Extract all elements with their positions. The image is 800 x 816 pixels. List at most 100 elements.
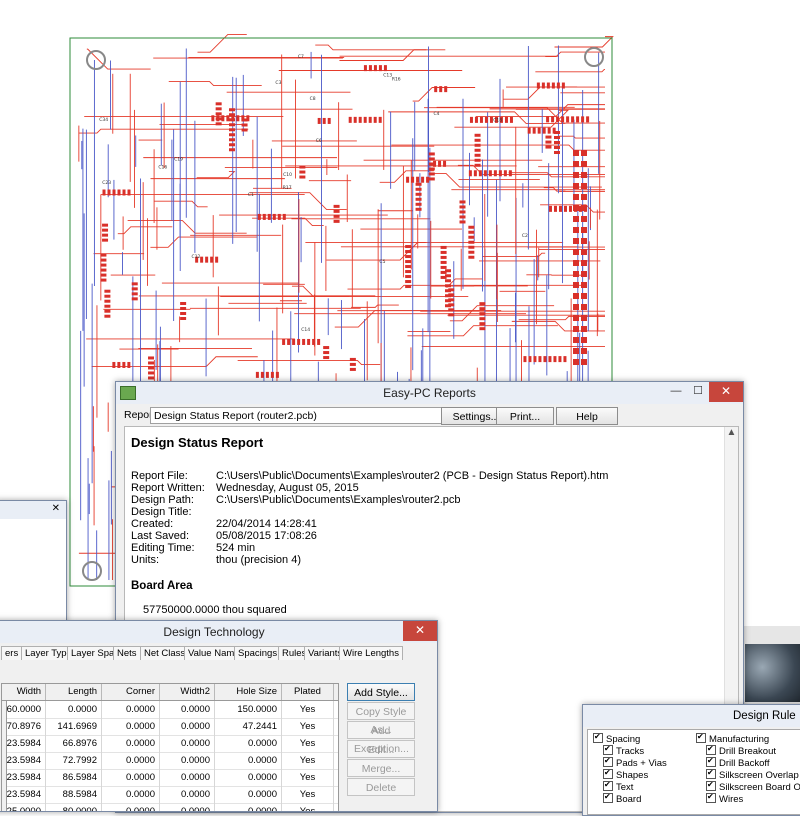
table-cell[interactable]: 47.2441 <box>215 718 282 735</box>
table-cell[interactable]: Yes <box>282 803 334 812</box>
table-cell[interactable]: 70.8976 <box>6 718 46 735</box>
checkbox-checked-icon[interactable] <box>706 781 716 791</box>
checkbox-checked-icon[interactable] <box>706 793 716 803</box>
table-row[interactable]: 25.000080.00000.00000.00000.0000Yes <box>2 803 338 812</box>
table-cell[interactable]: 23.5984 <box>6 769 46 786</box>
table-cell[interactable]: 80.0000 <box>46 803 102 812</box>
checkbox-checked-icon[interactable] <box>593 733 603 743</box>
column-header[interactable]: Length <box>46 684 102 700</box>
table-cell[interactable]: Yes <box>282 701 334 718</box>
tech-table[interactable]: WidthLengthCornerWidth2Hole SizePlated 6… <box>1 683 339 812</box>
table-cell[interactable]: 0.0000 <box>160 701 215 718</box>
table-cell[interactable]: 0.0000 <box>102 803 160 812</box>
checkbox-checked-icon[interactable] <box>603 781 613 791</box>
table-cell[interactable]: 0.0000 <box>160 803 215 812</box>
table-row[interactable]: 23.598488.59840.00000.00000.0000Yes <box>2 786 338 804</box>
tab-nets[interactable]: Nets <box>113 646 141 660</box>
table-cell[interactable]: Yes <box>282 786 334 803</box>
table-cell[interactable]: 23.5984 <box>6 752 46 769</box>
pad <box>543 128 546 134</box>
add-style-button[interactable]: Add Style... <box>347 683 415 701</box>
table-row[interactable]: 70.8976141.69690.00000.000047.2441Yes <box>2 718 338 736</box>
table-cell[interactable]: 23.5984 <box>6 735 46 752</box>
merge-button[interactable]: Merge... <box>347 759 415 777</box>
rule-checkbox[interactable]: Silkscreen Overlap <box>706 769 799 780</box>
rule-checkbox[interactable]: Spacing <box>593 733 640 744</box>
table-cell[interactable]: 0.0000 <box>160 718 215 735</box>
table-cell[interactable]: 0.0000 <box>102 718 160 735</box>
rules-titlebar[interactable]: Design Rule <box>583 705 800 727</box>
chevron-up-icon[interactable]: ▲ <box>725 427 738 438</box>
copy-style-as-button[interactable]: Copy Style As... <box>347 702 415 720</box>
maximize-icon[interactable]: ☐ <box>687 382 709 402</box>
minimize-icon[interactable]: — <box>665 382 687 402</box>
table-cell[interactable]: Yes <box>282 735 334 752</box>
rule-checkbox[interactable]: Pads + Vias <box>603 757 667 768</box>
reports-titlebar[interactable]: Easy-PC Reports — ☐ ✕ <box>116 382 743 404</box>
rule-checkbox[interactable]: Drill Breakout <box>706 745 776 756</box>
help-button[interactable]: Help <box>556 407 618 425</box>
table-cell[interactable]: 0.0000 <box>102 786 160 803</box>
column-header[interactable]: Width2 <box>160 684 215 700</box>
column-header[interactable]: Plated <box>282 684 334 700</box>
table-cell[interactable]: 0.0000 <box>215 752 282 769</box>
table-cell[interactable]: 150.0000 <box>215 701 282 718</box>
checkbox-checked-icon[interactable] <box>706 769 716 779</box>
table-cell[interactable]: 86.5984 <box>46 769 102 786</box>
add-exception-button[interactable]: Add Exception... <box>347 721 415 739</box>
rule-checkbox[interactable]: Board <box>603 793 641 804</box>
tab-ers[interactable]: ers <box>1 646 22 660</box>
table-cell[interactable]: Yes <box>282 769 334 786</box>
connector-pad <box>573 227 579 233</box>
checkbox-checked-icon[interactable] <box>696 733 706 743</box>
table-cell[interactable]: 66.8976 <box>46 735 102 752</box>
delete-button[interactable]: Delete <box>347 778 415 796</box>
table-cell[interactable]: 72.7992 <box>46 752 102 769</box>
column-header[interactable]: Hole Size <box>215 684 282 700</box>
track-segment <box>339 50 426 61</box>
rule-checkbox[interactable]: Wires <box>706 793 743 804</box>
table-cell[interactable]: 0.0000 <box>102 701 160 718</box>
table-cell[interactable]: 0.0000 <box>160 769 215 786</box>
tab-wire-lengths[interactable]: Wire Lengths <box>339 646 403 660</box>
table-cell[interactable]: 0.0000 <box>215 769 282 786</box>
column-header[interactable]: Width <box>6 684 46 700</box>
table-cell[interactable]: 0.0000 <box>215 735 282 752</box>
checkbox-checked-icon[interactable] <box>603 769 613 779</box>
table-cell[interactable]: 23.5984 <box>6 786 46 803</box>
rule-checkbox[interactable]: Silkscreen Board Overlap <box>706 781 800 792</box>
table-row[interactable]: 23.598486.59840.00000.00000.0000Yes <box>2 769 338 787</box>
checkbox-checked-icon[interactable] <box>706 757 716 767</box>
table-cell[interactable]: Yes <box>282 718 334 735</box>
checkbox-checked-icon[interactable] <box>706 745 716 755</box>
table-cell[interactable]: 0.0000 <box>102 769 160 786</box>
table-cell[interactable]: 0.0000 <box>215 803 282 812</box>
table-cell[interactable]: 60.0000 <box>6 701 46 718</box>
table-cell[interactable]: 0.0000 <box>160 786 215 803</box>
tech-titlebar[interactable]: Design Technology ✕ <box>0 621 437 643</box>
column-header[interactable]: Corner <box>102 684 160 700</box>
table-cell[interactable]: 25.0000 <box>6 803 46 812</box>
table-cell[interactable]: 0.0000 <box>102 752 160 769</box>
close-icon[interactable]: ✕ <box>52 503 60 514</box>
print-button[interactable]: Print... <box>496 407 554 425</box>
table-row[interactable]: 23.598466.89760.00000.00000.0000Yes <box>2 735 338 753</box>
checkbox-checked-icon[interactable] <box>603 745 613 755</box>
checkbox-checked-icon[interactable] <box>603 793 613 803</box>
checkbox-checked-icon[interactable] <box>603 757 613 767</box>
tab-spacings[interactable]: Spacings <box>234 646 281 660</box>
table-cell[interactable]: Yes <box>282 752 334 769</box>
table-row[interactable]: 23.598472.79920.00000.00000.0000Yes <box>2 752 338 770</box>
table-cell[interactable]: 88.5984 <box>46 786 102 803</box>
table-cell[interactable]: 0.0000 <box>160 752 215 769</box>
close-icon[interactable]: ✕ <box>403 621 437 641</box>
left-window-titlebar[interactable]: ✕ <box>0 501 66 519</box>
rule-checkbox[interactable]: Drill Backoff <box>706 757 770 768</box>
table-cell[interactable]: 0.0000 <box>215 786 282 803</box>
table-row[interactable]: 60.00000.00000.00000.0000150.0000Yes <box>2 701 338 719</box>
table-cell[interactable]: 141.6969 <box>46 718 102 735</box>
close-icon[interactable]: ✕ <box>709 382 743 402</box>
table-cell[interactable]: 0.0000 <box>102 735 160 752</box>
table-cell[interactable]: 0.0000 <box>160 735 215 752</box>
table-cell[interactable]: 0.0000 <box>46 701 102 718</box>
